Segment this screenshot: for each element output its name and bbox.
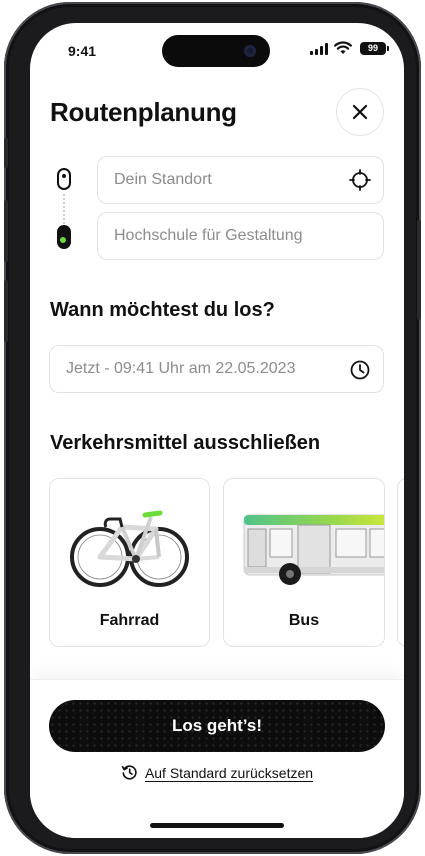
- departure-time-value: Jetzt - 09:41 Uhr am 22.05.2023: [66, 360, 296, 377]
- destination-pin-icon: [57, 225, 71, 249]
- clock-icon: [350, 360, 370, 380]
- history-icon: [121, 765, 137, 780]
- transport-label-bus: Bus: [288, 612, 320, 629]
- departure-time-input[interactable]: Jetzt - 09:41 Uhr am 22.05.2023: [49, 345, 384, 393]
- cellular-signal-icon: [310, 43, 328, 55]
- destination-value: Hochschule für Gestaltung: [114, 227, 303, 244]
- start-location-input[interactable]: Dein Standort: [97, 156, 384, 204]
- power-button: [417, 220, 421, 320]
- reset-defaults: Auf Standard zurücksetzen: [30, 764, 404, 784]
- start-pin-icon: [57, 168, 71, 190]
- locate-me-icon[interactable]: [349, 169, 371, 191]
- home-indicator: [150, 823, 284, 828]
- transport-options: Fahrrad Bus: [49, 478, 404, 648]
- transport-heading: Verkehrsmittel ausschließen: [50, 432, 321, 454]
- reset-defaults-label: Auf Standard zurücksetzen: [144, 764, 314, 781]
- bicycle-image: [70, 510, 189, 587]
- screen: 9:41 99 Routenplanung Dein Standort Hoch…: [30, 23, 404, 838]
- departure-heading: Wann möchtest du los?: [50, 299, 275, 321]
- wifi-icon: [334, 41, 352, 54]
- volume-down-button: [4, 280, 8, 342]
- transport-card-bus[interactable]: Bus: [223, 478, 385, 647]
- phone-frame: 9:41 99 Routenplanung Dein Standort Hoch…: [4, 2, 421, 854]
- transport-card-bicycle[interactable]: Fahrrad: [49, 478, 210, 647]
- camera-icon: [244, 45, 256, 57]
- reset-defaults-link[interactable]: Auf Standard zurücksetzen: [121, 764, 313, 781]
- battery-icon: 99: [360, 42, 389, 55]
- volume-up-button: [4, 200, 8, 262]
- destination-input[interactable]: Hochschule für Gestaltung: [97, 212, 384, 260]
- dynamic-island: [162, 35, 270, 67]
- start-route-button[interactable]: Los geht’s!: [49, 700, 385, 752]
- status-bar: 9:41 99: [30, 23, 404, 79]
- bus-image: [243, 514, 384, 585]
- start-location-placeholder: Dein Standort: [114, 171, 212, 188]
- page-title: Routenplanung: [50, 97, 237, 127]
- transport-card-more[interactable]: [397, 478, 404, 647]
- close-button[interactable]: [336, 88, 384, 136]
- transport-label-bicycle: Fahrrad: [99, 612, 160, 629]
- close-icon: [352, 104, 368, 120]
- status-time: 9:41: [68, 43, 97, 59]
- route-connector: [63, 194, 65, 224]
- action-button: [4, 138, 8, 168]
